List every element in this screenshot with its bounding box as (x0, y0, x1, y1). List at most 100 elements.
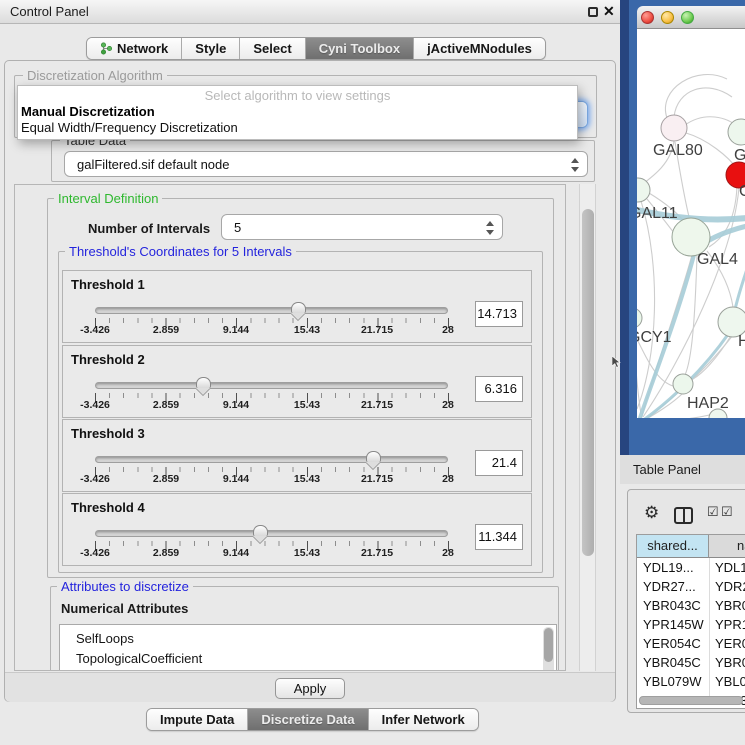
number-of-intervals-combobox[interactable]: 5 (221, 214, 503, 240)
table-row[interactable]: YBL079WYBL0 (637, 672, 745, 691)
column-header-name[interactable]: na (709, 535, 745, 558)
threshold-2-slider-track[interactable] (95, 382, 448, 389)
threshold-1-slider-thumb[interactable] (291, 302, 306, 313)
node-label-partial-h: H (738, 333, 745, 350)
column-layout-icon[interactable] (674, 507, 693, 524)
tab-impute-data[interactable]: Impute Data (147, 709, 247, 730)
table-panel-titlebar: Table Panel (620, 455, 745, 484)
list-item[interactable]: SelfLoops (60, 625, 556, 649)
list-item[interactable]: TopologicalCoefficient (60, 649, 556, 669)
tab-style[interactable]: Style (181, 38, 239, 59)
cyni-toolbox-panel: Discretization Algorithm Select algorith… (4, 60, 616, 702)
list-scrollbar-thumb[interactable] (544, 628, 553, 662)
tick-label: 15.43 (294, 399, 320, 411)
tab-network-label: Network (117, 41, 168, 56)
threshold-3-slider-thumb[interactable] (366, 451, 381, 462)
tick-label: 9.144 (223, 473, 249, 485)
network-node-gal11[interactable] (637, 178, 650, 202)
threshold-3-label: Threshold 3 (71, 426, 145, 441)
attributes-group-label: Attributes to discretize (57, 579, 193, 594)
tick-label: -3.426 (80, 399, 110, 411)
threshold-4-slider-thumb[interactable] (253, 525, 268, 536)
tick-label: 28 (442, 324, 454, 336)
table-row[interactable]: YDL19...YDL1 (637, 558, 745, 577)
tab-select[interactable]: Select (239, 38, 304, 59)
threshold-4-slider-track[interactable] (95, 530, 448, 537)
node-label-gcy1: GCY1 (637, 329, 672, 346)
select-columns-checkbox-icon[interactable]: ☑ (707, 504, 719, 520)
tab-cyni-toolbox[interactable]: Cyni Toolbox (305, 38, 413, 59)
tick-label: -3.426 (80, 547, 110, 559)
tab-infer-network[interactable]: Infer Network (368, 709, 478, 730)
table-row[interactable]: YBR043CYBR0 (637, 596, 745, 615)
threshold-4-panel: Threshold 4 -3.426 2.859 9.144 15.43 21.… (62, 493, 532, 566)
threshold-4-label: Threshold 4 (71, 500, 145, 515)
dropdown-option-manual[interactable]: Manual Discretization (21, 104, 155, 119)
threshold-2-value-field[interactable]: 6.316 (475, 376, 523, 402)
table-row[interactable]: YPR145WYPR1 (637, 615, 745, 634)
threshold-2-panel: Threshold 2 -3.426 2.859 9.144 15.43 21.… (62, 345, 532, 418)
network-window-titlebar[interactable] (637, 6, 745, 29)
slider-ticks (95, 467, 449, 478)
table-settings-gear-icon[interactable]: ⚙ (644, 504, 659, 521)
tick-label: 15.43 (294, 473, 320, 485)
table-data-group: Table Data galFiltered.sif default node (51, 140, 595, 182)
cytoscape-desktop: GAL80 GA C GAL11 GAL4 GCY1 H HAP2 (620, 0, 745, 455)
panel-scrollbar[interactable] (579, 184, 596, 671)
column-header-shared[interactable]: shared... (637, 535, 709, 558)
table-horizontal-scrollbar-thumb[interactable] (639, 696, 743, 705)
float-window-icon[interactable] (588, 7, 598, 17)
zoom-traffic-light[interactable] (681, 11, 694, 24)
tick-label: 2.859 (153, 324, 179, 336)
table-row[interactable]: YER054CYER0 (637, 634, 745, 653)
control-panel-tabbar: Network Style Select Cyni Toolbox jActiv… (86, 37, 546, 60)
tab-network[interactable]: Network (87, 38, 181, 59)
thresholds-group-label: Threshold's Coordinates for 5 Intervals (65, 244, 296, 259)
threshold-3-slider-track[interactable] (95, 456, 448, 463)
apply-strip: Apply (5, 672, 615, 702)
table-panel-title: Table Panel (633, 462, 701, 477)
table-row[interactable]: YDR27...YDR2 (637, 577, 745, 596)
tab-discretize-data[interactable]: Discretize Data (247, 709, 367, 730)
tick-label: -3.426 (80, 473, 110, 485)
network-node-hap2[interactable] (673, 374, 693, 394)
tab-jactivemnodules[interactable]: jActiveMNodules (413, 38, 545, 59)
close-traffic-light[interactable] (641, 11, 654, 24)
mouse-cursor (612, 356, 622, 372)
threshold-1-slider-track[interactable] (95, 307, 448, 314)
tick-label: 2.859 (153, 473, 179, 485)
control-panel-title: Control Panel (10, 0, 89, 23)
table-data-combobox[interactable]: galFiltered.sif default node (64, 151, 588, 177)
slider-ticks (95, 318, 449, 329)
minimize-traffic-light[interactable] (661, 11, 674, 24)
tick-label: 2.859 (153, 547, 179, 559)
table-data-value: galFiltered.sif default node (77, 152, 229, 177)
apply-button[interactable]: Apply (275, 678, 345, 699)
list-item[interactable]: BetweennessCentrality (60, 669, 556, 671)
tick-label: 21.715 (361, 324, 393, 336)
threshold-2-slider-thumb[interactable] (196, 377, 211, 388)
numerical-attributes-label: Numerical Attributes (61, 601, 188, 616)
select-columns-checkbox-icon[interactable]: ☑ (721, 504, 733, 520)
interval-definition-group: Interval Definition Number of Intervals … (47, 198, 554, 578)
network-node[interactable] (728, 119, 745, 145)
node-label-partial-g: GA (734, 147, 745, 164)
tick-label: 21.715 (361, 547, 393, 559)
table-row[interactable]: YBR045CYBR0 (637, 653, 745, 672)
node-label-gal80: GAL80 (653, 142, 703, 159)
network-node-gal80[interactable] (661, 115, 687, 141)
network-node-gcy1[interactable] (637, 308, 642, 328)
tick-label: 9.144 (223, 324, 249, 336)
list-scrollbar[interactable] (543, 627, 554, 671)
dropdown-option-equal-width[interactable]: Equal Width/Frequency Discretization (21, 120, 238, 135)
settings-scrollpane: Interval Definition Number of Intervals … (14, 184, 566, 671)
node-label-gal4: GAL4 (697, 251, 738, 268)
close-icon[interactable]: ✕ (603, 3, 615, 20)
threshold-1-value-field[interactable]: 14.713 (475, 301, 523, 327)
network-canvas[interactable]: GAL80 GA C GAL11 GAL4 GCY1 H HAP2 (637, 29, 745, 418)
threshold-1-panel: Threshold 1 -3.426 2.859 9.144 15.43 21.… (62, 270, 532, 343)
panel-scrollbar-thumb[interactable] (582, 209, 594, 556)
tick-label: 9.144 (223, 399, 249, 411)
threshold-4-value-field[interactable]: 11.344 (475, 524, 523, 550)
threshold-3-value-field[interactable]: 21.4 (475, 450, 523, 476)
